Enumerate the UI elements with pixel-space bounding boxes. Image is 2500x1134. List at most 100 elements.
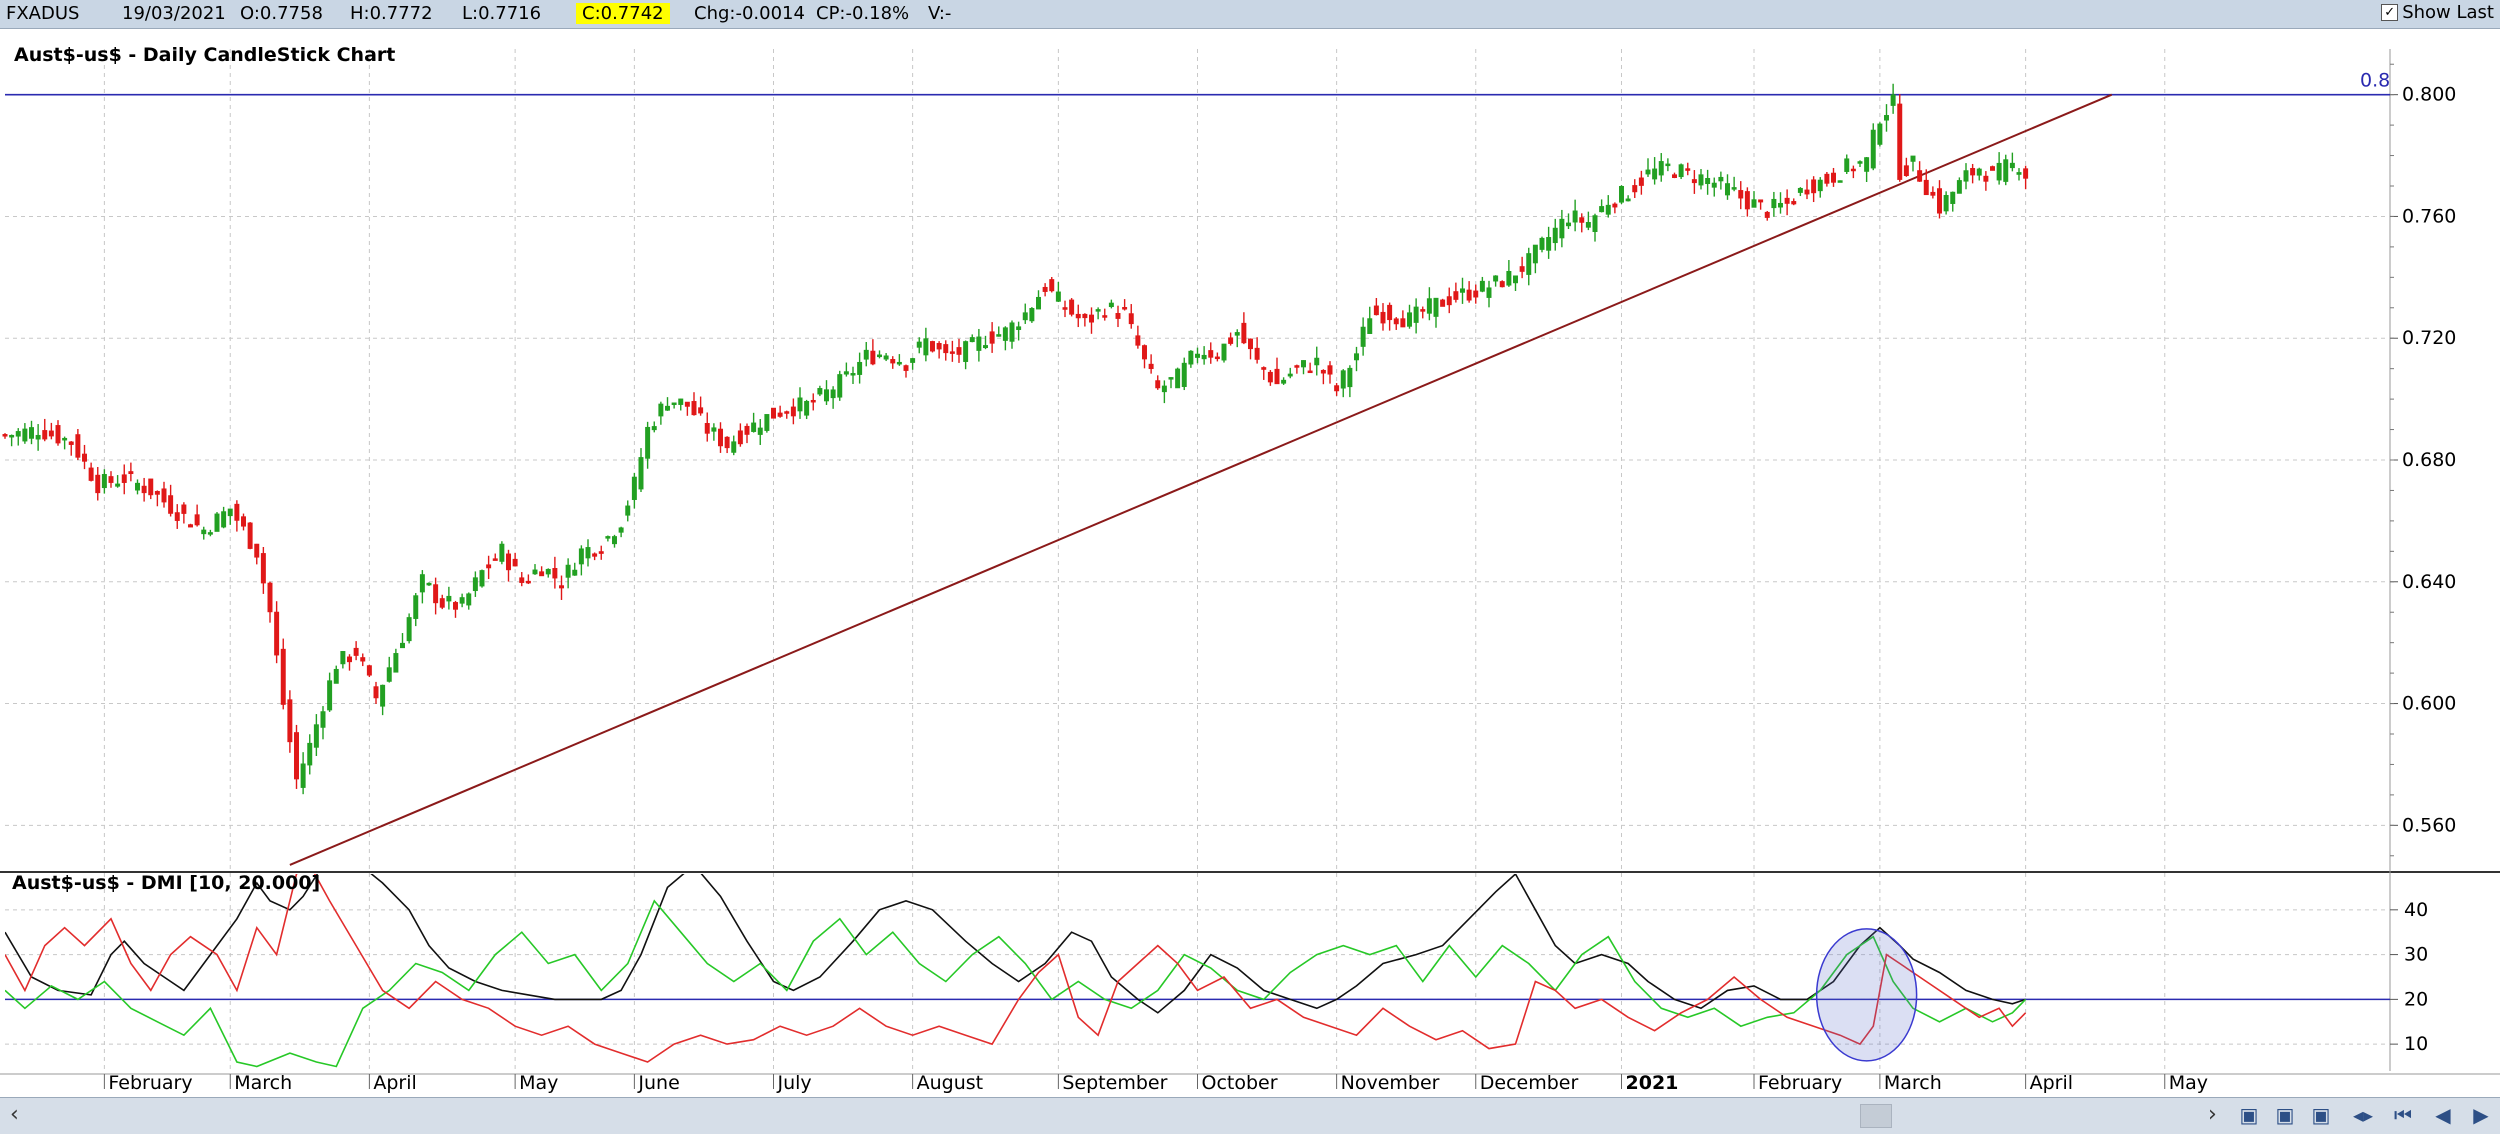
- candle-body: [373, 686, 379, 699]
- month-tick-label: August: [917, 1072, 984, 1094]
- candle-body: [1407, 312, 1412, 327]
- candle-body: [916, 341, 922, 348]
- candle-body: [1420, 309, 1426, 312]
- month-tick-label: April: [2030, 1072, 2073, 1094]
- candle-body: [1135, 335, 1141, 346]
- candle-body: [148, 478, 154, 496]
- candle-body: [426, 582, 432, 586]
- candle-body: [711, 427, 717, 432]
- candle-body: [1956, 180, 1962, 194]
- candle-body: [466, 593, 472, 606]
- low-label: L:0.7716: [462, 3, 542, 24]
- candle-body: [1228, 337, 1234, 344]
- candle-body: [923, 338, 929, 356]
- candle-body: [1016, 326, 1022, 331]
- candle-body: [181, 504, 187, 514]
- candle-body: [963, 341, 969, 362]
- candle-body: [1049, 279, 1055, 292]
- candle-body: [1705, 178, 1711, 185]
- month-tick-label: February: [108, 1072, 192, 1094]
- candle-body: [333, 668, 339, 684]
- candle-body: [1320, 369, 1326, 374]
- candle-body: [1652, 168, 1658, 180]
- candle-body: [631, 476, 637, 500]
- open-label: O:0.7758: [240, 3, 323, 24]
- candle-body: [797, 397, 803, 412]
- candle-body: [29, 427, 34, 439]
- zoom-fit-icon[interactable]: ▣: [2308, 1102, 2334, 1128]
- candle-body: [1890, 94, 1896, 106]
- step-forward-icon[interactable]: ▶: [2468, 1102, 2494, 1128]
- zoom-in-icon[interactable]: ▣: [2236, 1102, 2262, 1128]
- candle-body: [976, 336, 982, 351]
- candle-body: [1619, 186, 1624, 203]
- candle-body: [671, 402, 677, 406]
- candle-body: [1566, 222, 1571, 227]
- change-label: Chg:-0.0014: [694, 3, 805, 24]
- candle-body: [863, 349, 869, 360]
- price-chart-title: Aust$-us$ - Daily CandleStick Chart: [14, 44, 396, 66]
- candle-body: [234, 503, 240, 521]
- candle-body: [1513, 275, 1518, 284]
- candle-body: [1605, 204, 1611, 215]
- chart-background: [0, 29, 2500, 1074]
- candle-body: [2, 434, 8, 437]
- candle-body: [1903, 165, 1909, 177]
- candle-body: [1426, 298, 1432, 314]
- candle-body: [1373, 305, 1379, 316]
- scrollbar-thumb[interactable]: [1860, 1104, 1892, 1128]
- candle-body: [1208, 350, 1214, 358]
- dmi-tick-label: 30: [2404, 944, 2428, 966]
- candle-body: [1884, 115, 1889, 121]
- candle-body: [1128, 313, 1134, 325]
- candle-body: [1817, 179, 1823, 192]
- go-first-icon[interactable]: ⏮: [2390, 1102, 2416, 1128]
- candle-body: [1758, 199, 1764, 203]
- candle-body: [1824, 173, 1830, 184]
- scroll-left-icon[interactable]: ‹: [10, 1102, 19, 1127]
- show-last-toggle[interactable]: ✓ Show Last: [2381, 2, 2494, 23]
- candle-body: [121, 474, 127, 483]
- expand-icon[interactable]: ◂▸: [2350, 1102, 2376, 1128]
- candle-body: [1658, 161, 1664, 176]
- candle-body: [2023, 168, 2029, 179]
- candle-body: [638, 457, 644, 490]
- candle-body: [1201, 354, 1207, 360]
- candle-body: [512, 558, 518, 567]
- candle-body: [658, 403, 664, 417]
- candle-body: [559, 585, 564, 589]
- month-tick-label: June: [637, 1072, 679, 1094]
- candle-body: [307, 742, 313, 766]
- candle-body: [506, 553, 511, 571]
- zoom-out-icon[interactable]: ▣: [2272, 1102, 2298, 1128]
- price-tick-label: 0.680: [2402, 449, 2456, 471]
- candle-body: [439, 598, 445, 608]
- show-last-checkbox[interactable]: ✓: [2381, 4, 2399, 21]
- candle-body: [1036, 296, 1041, 310]
- candle-body: [890, 359, 896, 364]
- dmi-tick-label: 40: [2404, 899, 2428, 921]
- candle-body: [9, 434, 15, 438]
- candle-body: [930, 341, 935, 352]
- candle-body: [625, 505, 631, 516]
- candle-body: [1380, 311, 1386, 324]
- candle-body: [1009, 322, 1015, 342]
- scroll-right-icon[interactable]: ›: [2208, 1102, 2217, 1127]
- price-tick-label: 0.640: [2402, 571, 2456, 593]
- candle-body: [115, 483, 121, 487]
- candle-body: [188, 524, 193, 528]
- candle-body: [757, 427, 763, 435]
- chart-svg[interactable]: February March April May June July August Septe…: [0, 29, 2500, 1099]
- candle-body: [201, 529, 207, 535]
- candle-body: [1811, 179, 1817, 194]
- candle-body: [413, 595, 419, 619]
- chart-area[interactable]: February March April May June July August Septe…: [0, 29, 2500, 1099]
- candle-body: [996, 334, 1002, 337]
- step-back-icon[interactable]: ◀: [2430, 1102, 2456, 1128]
- candle-body: [260, 553, 266, 584]
- candle-body: [1254, 347, 1260, 360]
- candle-body: [1234, 332, 1240, 336]
- candle-body: [1857, 161, 1863, 164]
- candle-body: [1844, 158, 1850, 172]
- candle-body: [459, 597, 465, 604]
